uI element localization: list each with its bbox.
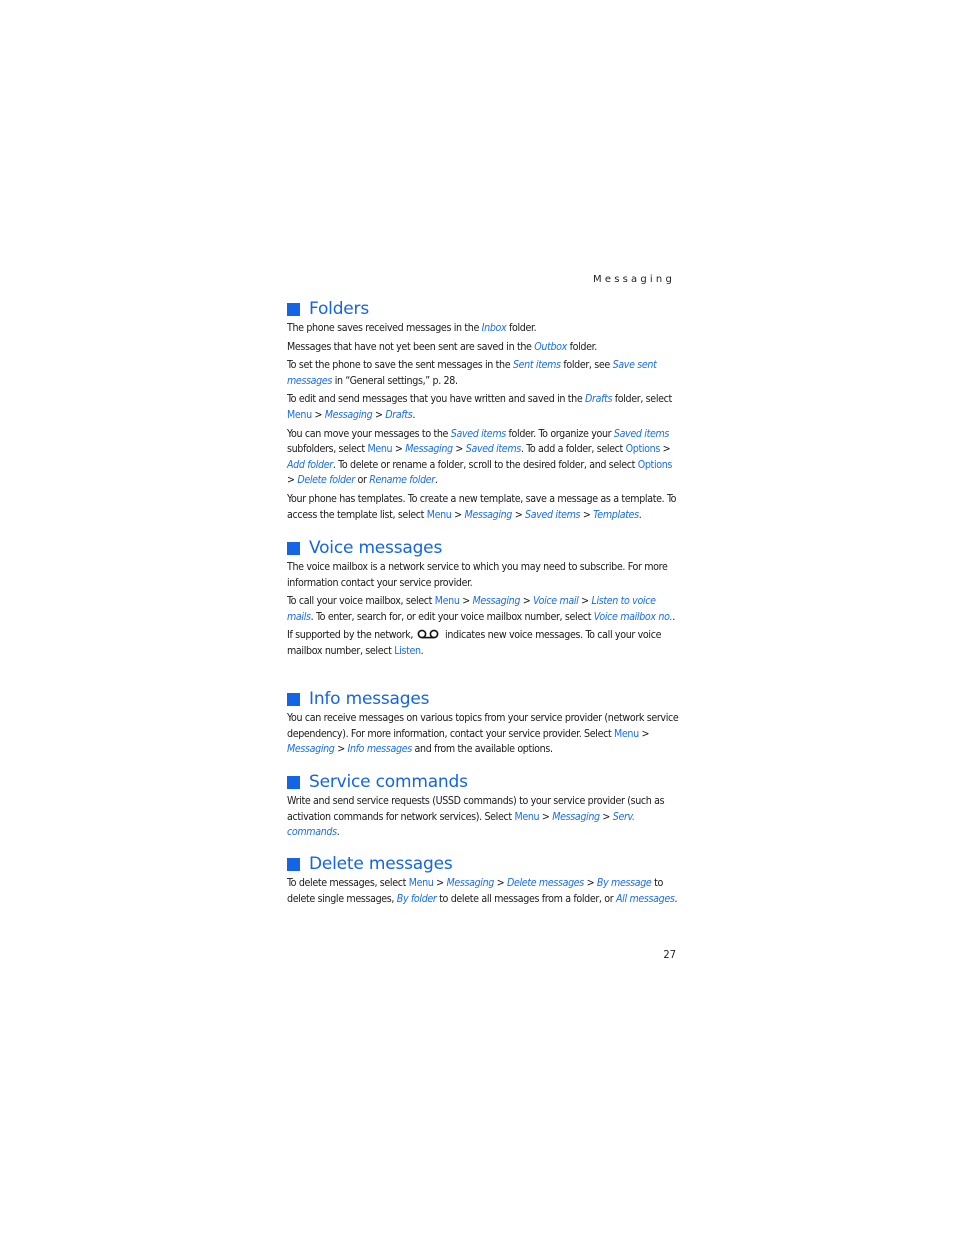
link-voice-mailbox-no[interactable]: Voice mailbox no. [594, 611, 673, 623]
section-heading-folders: Folders [287, 299, 679, 319]
link-outbox[interactable]: Outbox [534, 341, 567, 353]
heading-square-icon [287, 302, 300, 316]
heading-square-icon [287, 857, 300, 871]
link-messaging[interactable]: Messaging [552, 811, 600, 823]
paragraph: The phone saves received messages in the… [287, 322, 537, 334]
link-voice-mail[interactable]: Voice mail [533, 595, 579, 607]
link-saved-items[interactable]: Saved items [451, 428, 506, 440]
menu-label[interactable]: Menu [427, 509, 452, 521]
voicemail-icon [417, 629, 439, 639]
heading-square-icon [287, 692, 300, 706]
section-heading-voice-messages: Voice messages [287, 538, 679, 558]
paragraph: Your phone has templates. To create a ne… [287, 492, 677, 521]
options-label[interactable]: Options [638, 459, 673, 471]
paragraph: To set the phone to save the sent messag… [287, 359, 657, 387]
section-heading-delete-messages: Delete messages [287, 854, 679, 874]
section-heading-service-commands: Service commands [287, 772, 679, 792]
paragraph: To call your voice mailbox, select Menu … [287, 595, 675, 623]
link-messaging[interactable]: Messaging [473, 595, 521, 607]
menu-label[interactable]: Menu [409, 877, 434, 889]
link-drafts[interactable]: Drafts [385, 409, 412, 421]
link-rename-folder[interactable]: Rename folder [369, 474, 435, 486]
paragraph: If supported by the network, indicates ne… [287, 629, 662, 657]
page-number: 27 [663, 948, 676, 961]
link-saved-items[interactable]: Saved items [466, 443, 521, 455]
link-info-messages[interactable]: Info messages [348, 743, 413, 755]
heading-square-icon [287, 775, 300, 789]
link-saved-items[interactable]: Saved items [525, 509, 580, 521]
section-heading-info-messages: Info messages [287, 689, 679, 709]
menu-label[interactable]: Menu [287, 409, 312, 421]
link-messaging[interactable]: Messaging [405, 443, 453, 455]
link-all-messages[interactable]: All messages [616, 893, 675, 905]
link-messaging[interactable]: Messaging [287, 743, 335, 755]
paragraph: You can receive messages on various topi… [287, 712, 679, 756]
link-messaging[interactable]: Messaging [325, 409, 373, 421]
link-delete-folder[interactable]: Delete folder [297, 474, 355, 486]
link-drafts[interactable]: Drafts [585, 393, 612, 405]
menu-label[interactable]: Menu [435, 595, 460, 607]
menu-label[interactable]: Menu [367, 443, 392, 455]
paragraph: Write and send service requests (USSD co… [287, 795, 665, 839]
running-head: Messaging [593, 274, 675, 285]
menu-label[interactable]: Menu [614, 728, 639, 740]
section-info-messages: Info messages You can receive messages o… [287, 689, 679, 761]
paragraph: To delete messages, select Menu > Messag… [287, 877, 678, 905]
section-service-commands: Service commands Write and send service … [287, 772, 679, 844]
section-folders: Folders The phone saves received message… [287, 299, 679, 526]
heading-square-icon [287, 541, 300, 555]
link-by-message[interactable]: By message [597, 877, 652, 889]
link-add-folder[interactable]: Add folder [287, 459, 333, 471]
section-voice-messages: Voice messages The voice mailbox is a ne… [287, 538, 679, 663]
link-delete-messages[interactable]: Delete messages [507, 877, 584, 889]
link-sent-items[interactable]: Sent items [513, 359, 561, 371]
section-delete-messages: Delete messages To delete messages, sele… [287, 854, 679, 910]
paragraph: You can move your messages to the Saved … [287, 427, 673, 487]
link-messaging[interactable]: Messaging [465, 509, 513, 521]
link-saved-items[interactable]: Saved items [614, 428, 669, 440]
link-messaging[interactable]: Messaging [446, 877, 494, 889]
paragraph: Messages that have not yet been sent are… [287, 340, 597, 353]
menu-label[interactable]: Menu [514, 811, 539, 823]
options-label[interactable]: Options [626, 443, 661, 455]
listen-label[interactable]: Listen [394, 645, 421, 657]
link-templates[interactable]: Templates [593, 509, 639, 521]
link-by-folder[interactable]: By folder [397, 893, 437, 905]
paragraph: To edit and send messages that you have … [287, 393, 672, 421]
link-inbox[interactable]: Inbox [482, 322, 507, 334]
paragraph: The voice mailbox is a network service t… [287, 561, 668, 589]
